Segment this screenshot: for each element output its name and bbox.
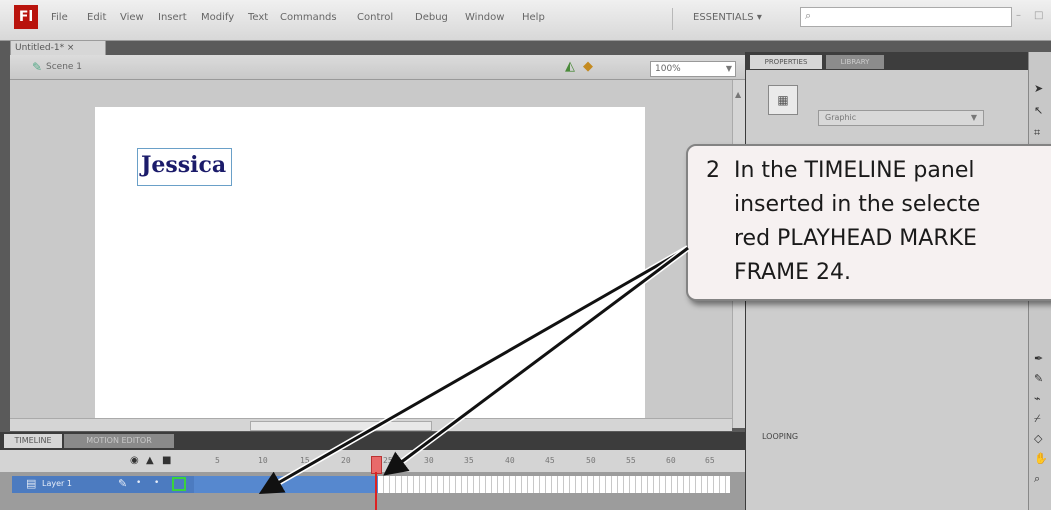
callout-text: 2 In the TIMELINE panel inserted in the s… [706, 154, 1051, 290]
callout-line-3: red PLAYHEAD MARKE [734, 226, 977, 251]
outline-icon[interactable]: ■ [162, 455, 171, 466]
menu-text[interactable]: Text [248, 12, 268, 23]
frame-number: 45 [545, 456, 555, 465]
menu-help[interactable]: Help [522, 12, 545, 23]
edit-bar: ✎ Scene 1 ◭ ◆ 100% ▼ [10, 55, 745, 80]
eye-icon[interactable]: ◉ [130, 455, 139, 466]
frame-number: 10 [258, 456, 268, 465]
looping-section-label[interactable]: LOOPING [762, 432, 798, 441]
document-tab[interactable]: Untitled-1* × [10, 40, 106, 55]
frame-number: 40 [505, 456, 515, 465]
transform-tool-icon[interactable]: ⌗ [1034, 126, 1040, 140]
timeline-layer-row: ▤ Layer 1 ✎ • • [0, 472, 745, 510]
stage-text: Jessica [141, 152, 227, 178]
scene-breadcrumb[interactable]: Scene 1 [46, 62, 82, 72]
frame-number: 30 [424, 456, 434, 465]
menu-commands[interactable]: Commands [280, 12, 337, 23]
graphic-symbol-icon: ▦ [768, 85, 798, 115]
menu-control[interactable]: Control [357, 12, 393, 23]
frame-number: 5 [215, 456, 220, 465]
callout-line-1: In the TIMELINE panel [734, 158, 975, 183]
scrollbar-thumb[interactable] [250, 421, 432, 431]
layer-1[interactable]: ▤ Layer 1 ✎ • • [12, 476, 194, 493]
zoom-value: 100% [655, 64, 681, 74]
menu-edit[interactable]: Edit [87, 12, 106, 23]
frame-number: 55 [626, 456, 636, 465]
minimize-icon[interactable]: – [1016, 10, 1021, 21]
eyedropper-tool-icon[interactable]: ⌿ [1034, 412, 1041, 426]
timeline-tabs: TIMELINE MOTION EDITOR [0, 432, 745, 450]
chevron-down-icon: ▼ [725, 64, 732, 73]
hand-tool-icon[interactable]: ✋ [1034, 452, 1048, 465]
scene-icon: ✎ [32, 60, 43, 74]
menu-debug[interactable]: Debug [415, 12, 448, 23]
outline-color-icon[interactable] [172, 477, 186, 491]
visibility-dot-icon[interactable]: • [136, 478, 141, 488]
instance-type-value: Graphic [825, 113, 857, 122]
playhead-line [375, 472, 377, 510]
tab-timeline[interactable]: TIMELINE [4, 434, 62, 448]
selected-frames[interactable] [194, 476, 378, 493]
horizontal-scrollbar[interactable] [10, 418, 732, 431]
maximize-icon[interactable]: □ [1034, 10, 1043, 21]
layer-icon: ▤ [26, 477, 37, 490]
callout-step-number: 2 [706, 158, 720, 183]
tab-motion-editor[interactable]: MOTION EDITOR [64, 434, 174, 448]
callout-line-4: FRAME 24. [734, 260, 851, 285]
edit-symbol-icon[interactable]: ◆ [583, 59, 593, 74]
instance-type-select[interactable]: Graphic ▼ [818, 110, 984, 126]
workspace-label: ESSENTIALS [693, 12, 754, 23]
properties-tabs: PROPERTIES LIBRARY [746, 52, 1029, 70]
edit-scene-icon[interactable]: ◭ [565, 59, 575, 74]
selection-tool-icon[interactable]: ➤ [1034, 82, 1043, 95]
scroll-up-icon[interactable]: ▲ [735, 90, 741, 99]
text-field[interactable]: Jessica [137, 148, 232, 186]
frame-number: 65 [705, 456, 715, 465]
menu-bar: Fl File Edit View Insert Modify Text Com… [0, 0, 1051, 41]
menu-view[interactable]: View [120, 12, 144, 23]
menu-divider [672, 8, 673, 30]
pen-tool-icon[interactable]: ✒ [1034, 352, 1043, 365]
zoom-select[interactable]: 100% ▼ [650, 61, 736, 77]
app-logo-icon: Fl [14, 5, 38, 29]
menu-window[interactable]: Window [465, 12, 504, 23]
menu-file[interactable]: File [51, 12, 68, 23]
callout-line-2: inserted in the selecte [734, 192, 981, 217]
frame-number: 60 [666, 456, 676, 465]
help-search-input[interactable]: ⌕ [800, 7, 1012, 27]
tab-library[interactable]: LIBRARY [826, 55, 884, 69]
chevron-down-icon: ▾ [756, 12, 762, 23]
workspace-switcher[interactable]: ESSENTIALS ▾ [693, 12, 762, 23]
menu-modify[interactable]: Modify [201, 12, 234, 23]
frame-number: 20 [341, 456, 351, 465]
instruction-callout: 2 In the TIMELINE panel inserted in the s… [686, 144, 1051, 301]
tab-properties[interactable]: PROPERTIES [750, 55, 822, 69]
layer-name: Layer 1 [42, 479, 72, 488]
frame-number: 50 [586, 456, 596, 465]
pencil-tool-icon[interactable]: ✎ [1034, 372, 1043, 385]
zoom-tool-icon[interactable]: ⌕ [1034, 472, 1040, 486]
frame-number: 15 [300, 456, 310, 465]
menu-insert[interactable]: Insert [158, 12, 187, 23]
lock-dot-icon[interactable]: • [154, 478, 159, 488]
search-icon: ⌕ [805, 9, 812, 22]
empty-frames[interactable] [378, 476, 730, 493]
frame-number: 25 [383, 456, 393, 465]
pencil-icon: ✎ [118, 477, 128, 490]
eraser-tool-icon[interactable]: ◇ [1034, 432, 1042, 445]
frame-number: 35 [464, 456, 474, 465]
chevron-down-icon: ▼ [970, 113, 977, 122]
subselection-tool-icon[interactable]: ↖ [1034, 104, 1043, 117]
brush-tool-icon[interactable]: ⌁ [1034, 392, 1041, 405]
lock-icon[interactable]: ▲ [146, 455, 154, 466]
